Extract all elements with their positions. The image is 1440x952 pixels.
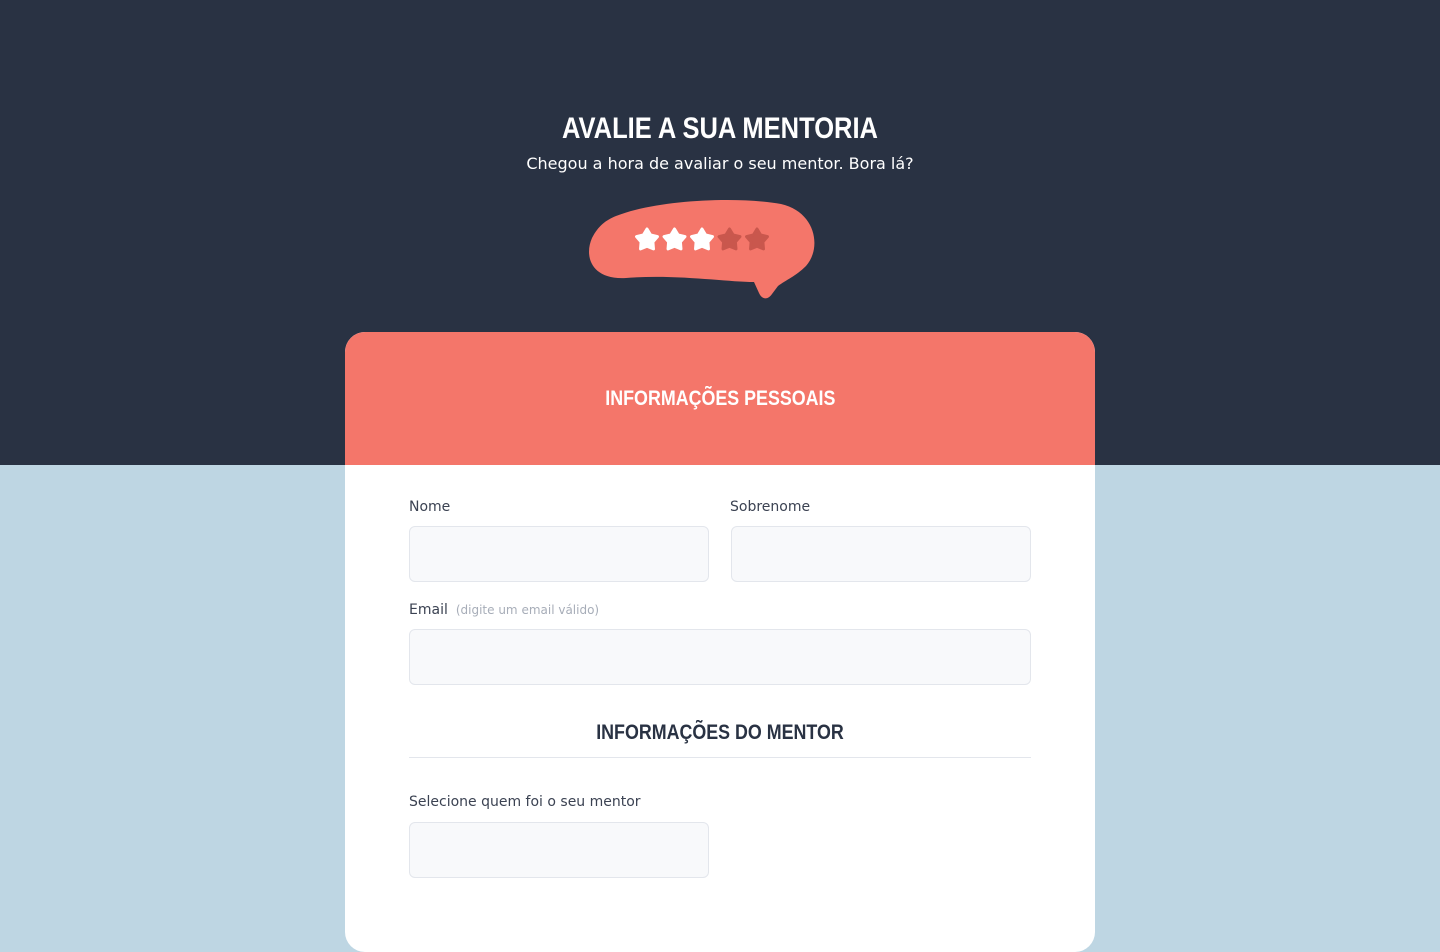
section-title-mentor: INFORMAÇÕES DO MENTOR	[596, 721, 844, 744]
page-title: AVALIE A SUA MENTORIA	[562, 112, 878, 145]
first-name-label: Nome	[409, 499, 451, 515]
email-hint: (digite um email válido)	[455, 603, 600, 617]
email-label-group: Email (digite um email válido)	[409, 601, 599, 619]
mentor-select[interactable]	[409, 822, 709, 878]
rating-bubble	[589, 200, 815, 299]
section-title-personal: INFORMAÇÕES PESSOAIS	[604, 386, 836, 410]
email-input[interactable]	[409, 629, 1031, 685]
last-name-input[interactable]	[731, 526, 1031, 582]
last-name-label: Sobrenome	[730, 499, 811, 515]
section-divider	[409, 757, 1031, 758]
mentor-select-label: Selecione quem foi o seu mentor	[409, 794, 641, 810]
card-header: INFORMAÇÕES PESSOAIS	[345, 332, 1095, 465]
page-subtitle: Chegou a hora de avaliar o seu mentor. B…	[526, 154, 914, 173]
speech-bubble-shape	[589, 200, 815, 299]
email-label: Email	[409, 602, 448, 618]
first-name-input[interactable]	[409, 526, 709, 582]
form-card: INFORMAÇÕES PESSOAIS Nome Sobrenome Emai…	[345, 332, 1095, 952]
